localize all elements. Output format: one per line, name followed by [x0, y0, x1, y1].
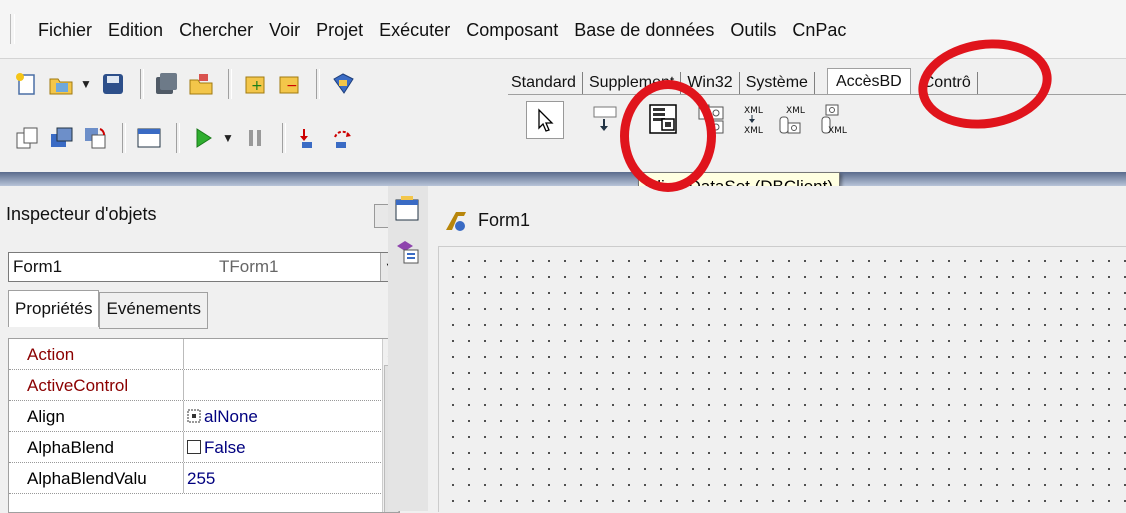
- toolbar-row-2: ▼: [12, 123, 362, 153]
- form-designer: Form1: [428, 186, 1126, 512]
- column-divider: [183, 339, 184, 369]
- menu-fichier[interactable]: Fichier: [30, 20, 100, 41]
- toolbar-row-1: ▼ + −: [12, 69, 362, 99]
- tab-standard[interactable]: Standard: [505, 72, 583, 94]
- property-value-align[interactable]: alNone: [187, 407, 258, 427]
- property-name: Align: [27, 407, 65, 426]
- property-row[interactable]: Action: [9, 339, 381, 370]
- svg-text:XML: XML: [786, 106, 805, 116]
- property-value-checkbox[interactable]: False: [187, 438, 246, 458]
- checkbox[interactable]: [187, 440, 201, 454]
- property-name: AlphaBlendValu: [27, 469, 147, 488]
- svg-text:XML: XML: [744, 106, 763, 116]
- menu-composant[interactable]: Composant: [458, 20, 566, 41]
- window-icon[interactable]: [394, 194, 420, 227]
- column-divider: [183, 401, 184, 431]
- xml-transform-provider-icon[interactable]: XML: [778, 103, 810, 137]
- svg-text:−: −: [286, 78, 298, 94]
- toggle-form-unit-icon[interactable]: [80, 123, 110, 153]
- tab-evenements[interactable]: Evénements: [99, 292, 208, 329]
- new-form-icon[interactable]: [134, 123, 164, 153]
- menu-grip: [10, 14, 15, 44]
- toolbar-separator: [227, 69, 232, 99]
- select-pointer-icon[interactable]: [526, 101, 564, 139]
- pause-icon[interactable]: [240, 123, 270, 153]
- toolbar-separator: [122, 123, 126, 153]
- menu-chercher[interactable]: Chercher: [171, 20, 261, 41]
- property-row[interactable]: AlphaBlendValu 255: [9, 463, 381, 494]
- object-name: Form1: [13, 257, 63, 276]
- run-icon[interactable]: [188, 123, 218, 153]
- add-to-project-icon[interactable]: +: [240, 69, 270, 99]
- run-dropdown-icon[interactable]: ▼: [222, 131, 234, 145]
- menu-base-de-donnees[interactable]: Base de données: [566, 20, 722, 41]
- menu-outils[interactable]: Outils: [722, 20, 784, 41]
- object-type: TForm1: [219, 257, 279, 276]
- tab-systeme[interactable]: Système: [739, 72, 815, 94]
- svg-text:+: +: [251, 78, 263, 94]
- toolbar-separator: [176, 123, 180, 153]
- open-icon[interactable]: [46, 69, 76, 99]
- view-form-icon[interactable]: [46, 123, 76, 153]
- open-project-icon[interactable]: [186, 69, 216, 99]
- property-name: AlphaBlend: [27, 438, 114, 457]
- step-over-icon[interactable]: [328, 123, 358, 153]
- inspector-tabs: Propriétés Evénements: [8, 290, 208, 329]
- tab-accesbd[interactable]: AccèsBD: [826, 68, 911, 95]
- column-divider: [183, 463, 184, 493]
- form-canvas[interactable]: [438, 246, 1126, 512]
- open-dropdown-icon[interactable]: ▼: [80, 77, 92, 91]
- object-inspector: Inspecteur d'objets Form1 TForm1 ▼ Propr…: [0, 186, 410, 513]
- new-icon[interactable]: [12, 69, 42, 99]
- side-toolbar: [388, 186, 429, 511]
- property-row[interactable]: Align alNone: [9, 401, 381, 432]
- menu-voir[interactable]: Voir: [261, 20, 308, 41]
- menu-executer[interactable]: Exécuter: [371, 20, 458, 41]
- toolbar-bottom-strip: [0, 172, 1126, 186]
- toolbar-separator: [281, 123, 286, 153]
- palette-tabs: Standard Supplement Win32 Système AccèsB…: [505, 66, 978, 95]
- toolbar-separator: [139, 69, 144, 99]
- remove-from-project-icon[interactable]: −: [274, 69, 304, 99]
- menu-edition[interactable]: Edition: [100, 20, 171, 41]
- column-divider: [183, 432, 184, 462]
- align-value: alNone: [204, 407, 258, 426]
- alphablend-value: False: [204, 438, 246, 457]
- toolbar-separator: [315, 69, 320, 99]
- form-title-bar[interactable]: Form1: [438, 202, 1126, 238]
- menu-cnpack[interactable]: CnPac: [784, 20, 854, 41]
- property-row[interactable]: ActiveControl: [9, 370, 381, 401]
- property-row[interactable]: AlphaBlend False: [9, 432, 381, 463]
- tab-proprietes[interactable]: Propriétés: [8, 290, 100, 327]
- menu-projet[interactable]: Projet: [308, 20, 371, 41]
- annotation-circle-clientdataset: [620, 80, 716, 192]
- svg-text:XML: XML: [828, 126, 847, 136]
- form-title: Form1: [478, 210, 531, 230]
- object-selector[interactable]: Form1 TForm1 ▼: [8, 252, 400, 282]
- delphi-icon: [446, 212, 466, 231]
- svg-text:XML: XML: [744, 126, 763, 136]
- inspector-title: Inspecteur d'objets: [6, 204, 157, 224]
- view-unit-icon[interactable]: [12, 123, 42, 153]
- save-all-icon[interactable]: [152, 69, 182, 99]
- component-list-icon[interactable]: [394, 238, 420, 271]
- column-divider: [183, 370, 184, 400]
- property-value[interactable]: 255: [187, 469, 215, 489]
- xml-transform-client-icon[interactable]: XML: [820, 103, 852, 137]
- align-icon: [187, 409, 201, 423]
- help-icon[interactable]: [328, 69, 358, 99]
- property-grid: Action ActiveControl Align alNone AlphaB…: [8, 338, 400, 513]
- xml-transform-icon[interactable]: XML XML: [740, 103, 772, 137]
- property-name: ActiveControl: [27, 376, 129, 395]
- property-name: Action: [27, 345, 75, 364]
- trace-into-icon[interactable]: [294, 123, 324, 153]
- save-icon[interactable]: [98, 69, 128, 99]
